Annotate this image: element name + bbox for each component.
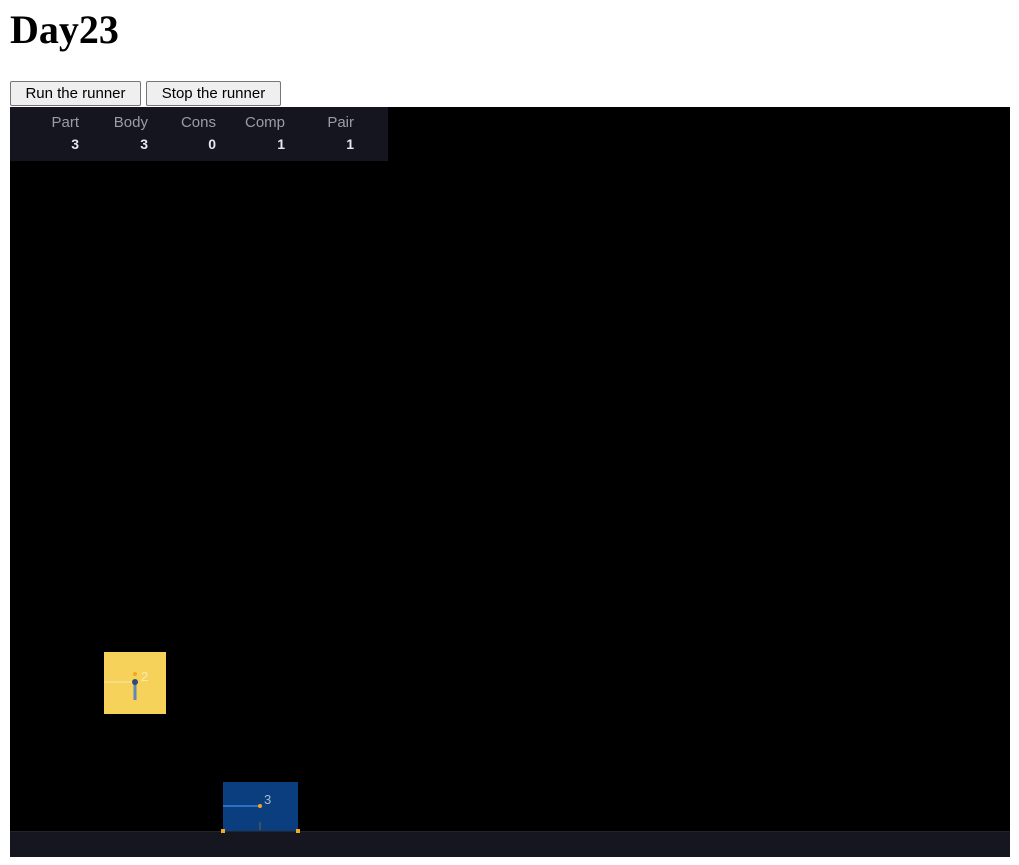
blue-center-dot (258, 804, 262, 808)
yellow-angle-dot (133, 672, 137, 676)
stop-runner-button[interactable]: Stop the runner (146, 81, 281, 106)
page-title: Day23 (10, 7, 119, 52)
contact-point-right (296, 829, 300, 833)
physics-canvas[interactable]: Part 3 Body 3 Cons 0 Comp 1 Pair 1 2 3 (10, 107, 1010, 857)
yellow-center-dot (132, 679, 138, 685)
debug-overlay (104, 672, 300, 833)
contact-point-left (221, 829, 225, 833)
run-runner-button[interactable]: Run the runner (10, 81, 141, 106)
